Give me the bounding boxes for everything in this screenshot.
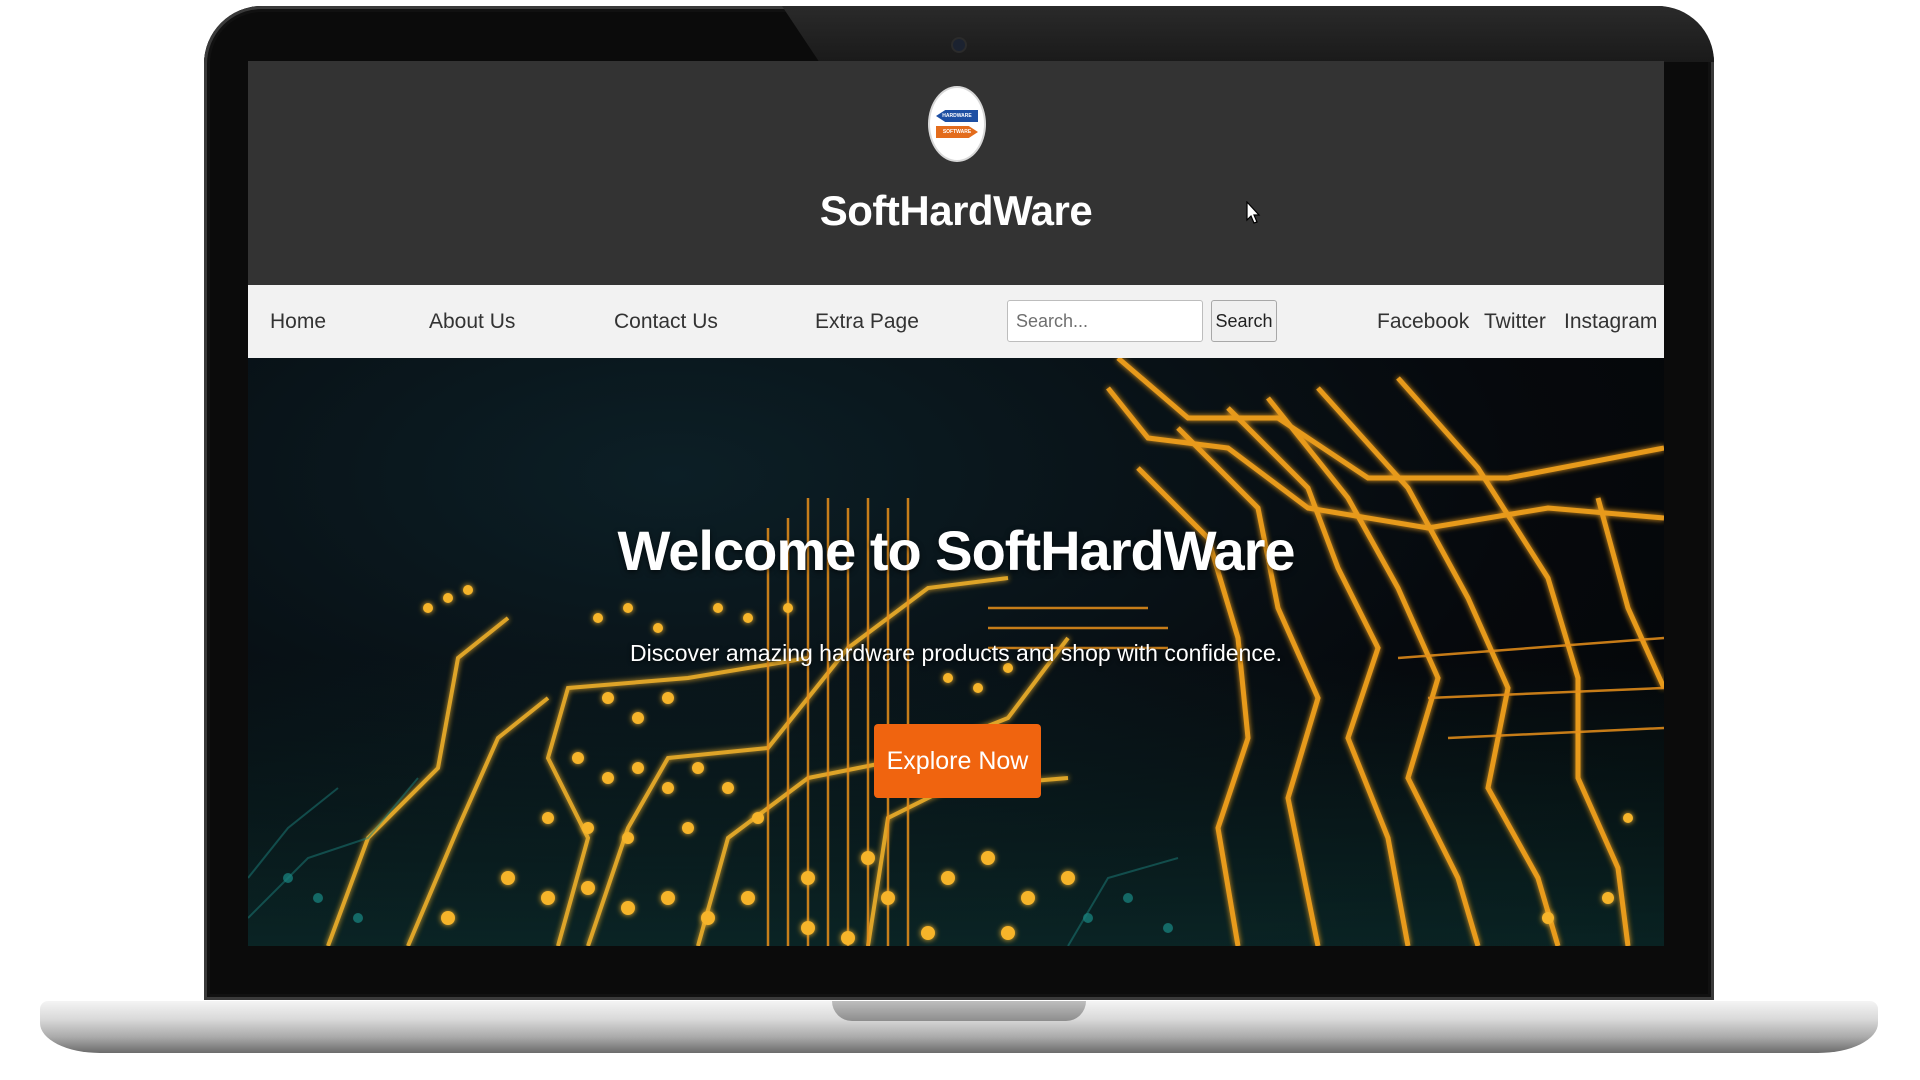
nav-twitter[interactable]: Twitter: [1484, 285, 1546, 358]
nav-facebook[interactable]: Facebook: [1377, 285, 1469, 358]
mouse-cursor-icon: [1246, 201, 1261, 224]
site-logo[interactable]: HARDWARE SOFTWARE: [930, 88, 984, 160]
search-button[interactable]: Search: [1211, 300, 1277, 342]
nav-extra-page[interactable]: Extra Page: [815, 285, 919, 358]
site-title: SoftHardWare: [819, 187, 1093, 234]
search-input[interactable]: [1007, 300, 1203, 342]
nav-about-us[interactable]: About Us: [429, 285, 515, 358]
hero-section: Welcome to SoftHardWare Discover amazing…: [248, 358, 1664, 946]
hero-subtitle: Discover amazing hardware products and s…: [629, 640, 1283, 666]
lid-reflection: [782, 6, 1714, 62]
laptop-base-notch: [832, 1001, 1086, 1021]
webcam: [953, 39, 965, 51]
site-header: HARDWARE SOFTWARE SoftHardWare: [248, 61, 1664, 285]
logo-text-hardware: HARDWARE: [942, 113, 972, 119]
hero-title: Welcome to SoftHardWare: [617, 519, 1295, 582]
nav-home[interactable]: Home: [270, 285, 326, 358]
explore-now-button[interactable]: Explore Now: [874, 724, 1041, 798]
nav-instagram[interactable]: Instagram: [1564, 285, 1657, 358]
logo-text-software: SOFTWARE: [942, 129, 972, 135]
laptop-screen: HARDWARE SOFTWARE SoftHardWare Home Abou…: [248, 61, 1664, 946]
navbar: Home About Us Contact Us Extra Page Sear…: [248, 285, 1664, 358]
nav-contact-us[interactable]: Contact Us: [614, 285, 718, 358]
